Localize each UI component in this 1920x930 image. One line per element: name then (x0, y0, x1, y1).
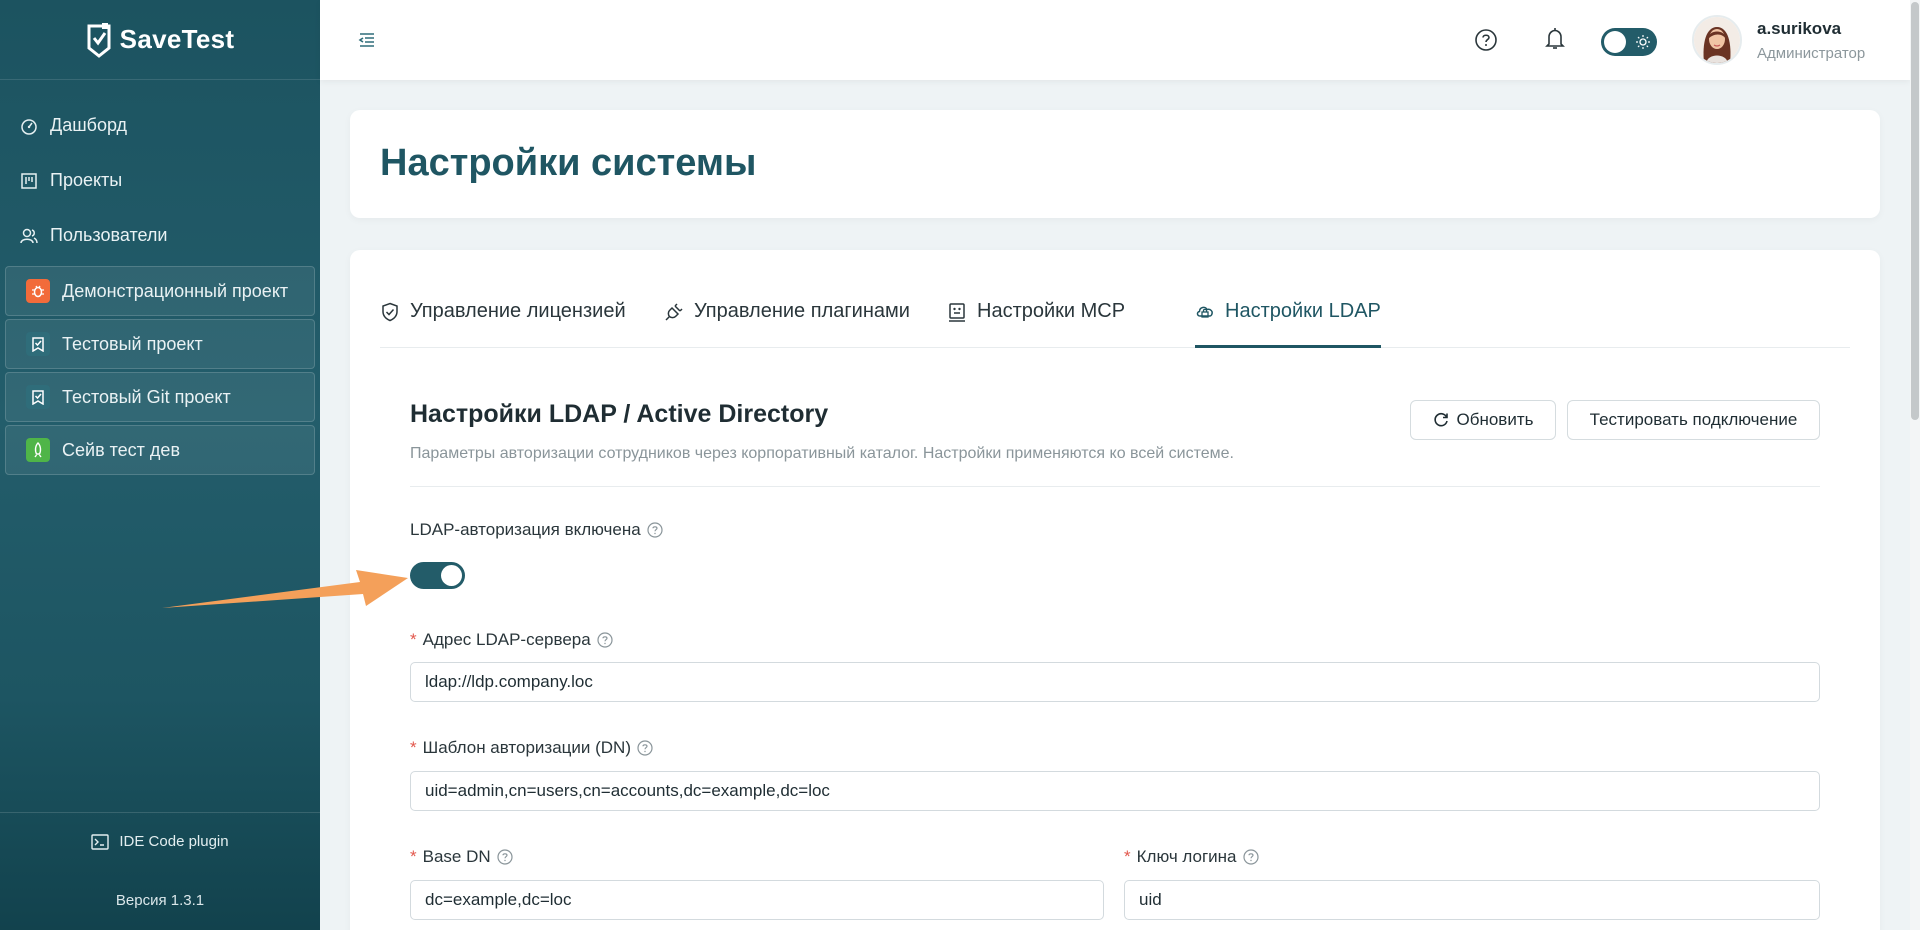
dn-template-text: Шаблон авторизации (DN) (422, 738, 631, 757)
app-version: Версия 1.3.1 (115, 891, 205, 909)
help-hint-icon[interactable] (1242, 849, 1259, 865)
server-address-text: Адрес LDAP-сервера (422, 630, 591, 649)
nav-item-users[interactable]: Пользователи (0, 208, 320, 263)
ldap-section: Настройки LDAP / Active Directory Параме… (410, 400, 1820, 920)
user-name[interactable]: a.surikova (1757, 19, 1841, 39)
bell-icon[interactable] (1544, 27, 1566, 51)
tab-mcp[interactable]: Настройки MCP (947, 300, 1125, 348)
user-role: Администратор (1757, 45, 1866, 62)
refresh-icon (1433, 412, 1448, 427)
server-address-label: * Адрес LDAP-сервера (410, 630, 613, 650)
ide-plugin-label: IDE Code plugin (119, 833, 229, 850)
ide-plugin-link[interactable]: IDE Code plugin (0, 813, 320, 870)
scrollbar-thumb[interactable] (1911, 2, 1919, 420)
rocket-icon (26, 438, 50, 462)
dn-template-label: * Шаблон авторизации (DN) (410, 738, 653, 758)
users-icon (20, 228, 38, 243)
brand-name: SaveTest (119, 24, 235, 54)
login-key-input[interactable] (1124, 880, 1820, 920)
ldap-enabled-switch[interactable] (410, 562, 465, 589)
ldap-enabled-text: LDAP-авторизация включена (410, 520, 641, 539)
test-connection-label: Тестировать подключение (1589, 410, 1798, 429)
annotation-arrow-icon (162, 570, 408, 608)
robot-icon (949, 303, 965, 322)
terminal-icon (91, 833, 110, 850)
topbar: a.surikova Администратор (320, 0, 1910, 80)
project-item-test[interactable]: Тестовый проект (5, 319, 315, 369)
project-item-dev[interactable]: Сейв тест дев (5, 425, 315, 475)
settings-card: Управление лицензией Управление плагинам… (350, 250, 1880, 930)
test-connection-button[interactable]: Тестировать подключение (1567, 400, 1820, 440)
required-mark: * (410, 738, 417, 757)
section-divider (410, 486, 1820, 487)
project-label: Тестовый проект (62, 333, 203, 354)
checklist-icon (26, 332, 50, 356)
page-header: Настройки системы (350, 110, 1880, 218)
main-nav: Дашборд Проекты Пользователи (0, 80, 320, 263)
tab-label: Управление лицензией (410, 300, 626, 322)
project-label: Демонстрационный проект (62, 280, 289, 301)
bug-icon (26, 279, 50, 303)
tab-label: Настройки MCP (977, 300, 1126, 322)
project-label: Сейв тест дев (62, 439, 181, 460)
project-item-git[interactable]: Тестовый Git проект (5, 372, 315, 422)
help-hint-icon[interactable] (637, 740, 653, 756)
settings-tabs: Управление лицензией Управление плагинам… (380, 250, 1850, 348)
board-icon (21, 172, 37, 189)
project-item-demo[interactable]: Демонстрационный проект (5, 266, 315, 316)
project-label: Тестовый Git проект (62, 386, 231, 407)
sidebar-footer: IDE Code plugin Версия 1.3.1 (0, 812, 320, 930)
avatar-image (1694, 17, 1740, 63)
help-hint-icon[interactable] (497, 849, 513, 865)
login-key-text: Ключ логина (1136, 847, 1237, 866)
checklist-icon (26, 385, 50, 409)
dn-template-input[interactable] (410, 771, 1820, 811)
required-mark: * (1124, 847, 1131, 866)
project-list: Демонстрационный проект Тестовый проект … (0, 266, 320, 475)
dashboard-icon (21, 118, 37, 135)
ldap-enabled-label: LDAP-авторизация включена (410, 520, 663, 540)
base-dn-text: Base DN (422, 847, 491, 866)
login-key-label: * Ключ логина (1124, 847, 1259, 867)
brand-logo[interactable]: SaveTest (0, 0, 320, 80)
sidebar: SaveTest Дашборд Проекты Пользователи Де… (0, 0, 320, 930)
page-title: Настройки системы (380, 142, 757, 184)
nav-label: Пользователи (50, 225, 168, 245)
nav-label: Проекты (50, 170, 123, 190)
help-hint-icon[interactable] (647, 522, 663, 538)
required-mark: * (410, 630, 417, 649)
help-hint-icon[interactable] (597, 632, 613, 648)
menu-collapse-icon[interactable] (358, 31, 376, 49)
refresh-button[interactable]: Обновить (1410, 400, 1556, 440)
tab-ldap[interactable]: Настройки LDAP (1195, 300, 1381, 348)
theme-toggle-knob (1604, 31, 1626, 53)
required-mark: * (410, 847, 417, 866)
nav-item-dashboard[interactable]: Дашборд (0, 98, 320, 153)
base-dn-label: * Base DN (410, 847, 513, 867)
nav-item-projects[interactable]: Проекты (0, 153, 320, 208)
sun-icon (1636, 35, 1650, 49)
nav-label: Дашборд (50, 115, 128, 135)
logo-icon (87, 22, 111, 58)
tab-plugins[interactable]: Управление плагинами (664, 300, 910, 348)
help-icon[interactable] (1474, 28, 1498, 52)
tab-label: Управление плагинами (694, 300, 910, 322)
plug-icon (665, 303, 683, 321)
section-description: Параметры авторизации сотрудников через … (410, 445, 1234, 462)
server-address-input[interactable] (410, 662, 1820, 702)
theme-toggle[interactable] (1601, 28, 1657, 56)
base-dn-input[interactable] (410, 880, 1104, 920)
page-scrollbar[interactable] (1910, 0, 1920, 930)
refresh-label: Обновить (1456, 410, 1534, 429)
shield-check-icon (382, 302, 398, 322)
avatar[interactable] (1692, 15, 1742, 65)
switch-knob (441, 565, 462, 586)
cloud-icon (1196, 306, 1213, 318)
tab-license[interactable]: Управление лицензией (380, 300, 626, 348)
tab-label: Настройки LDAP (1225, 300, 1381, 322)
